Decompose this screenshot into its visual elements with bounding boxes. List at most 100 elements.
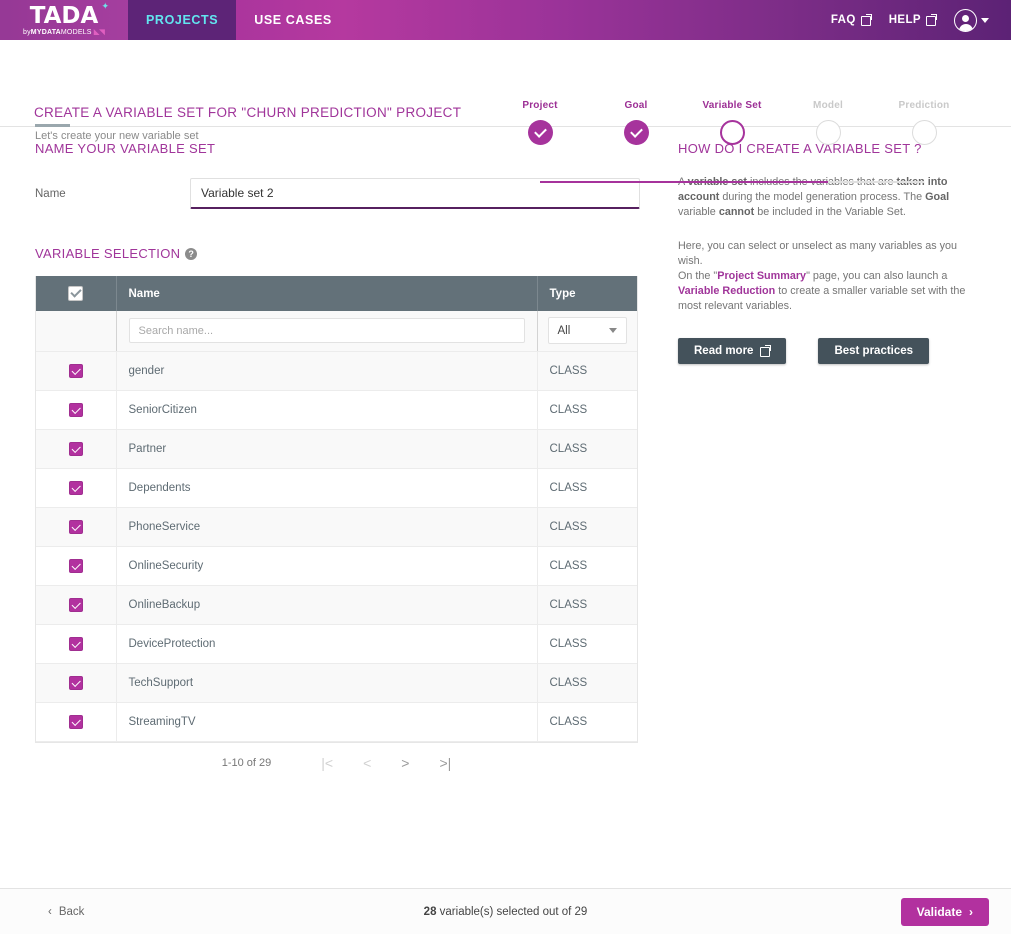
external-link-icon (926, 14, 937, 26)
row-checkbox[interactable] (68, 714, 83, 729)
read-more-label: Read more (694, 345, 754, 357)
nav-link-help[interactable]: HELP (888, 14, 937, 26)
help-panel-buttons: Read more Best practices (678, 338, 978, 364)
row-variable-name: DeviceProtection (116, 624, 538, 664)
row-checkbox[interactable] (68, 480, 83, 495)
step-label: Project (522, 100, 558, 111)
table-row[interactable]: gender CLASS (36, 351, 637, 391)
row-variable-type: CLASS (537, 585, 637, 625)
row-variable-name: PhoneService (116, 507, 538, 547)
best-practices-label: Best practices (834, 345, 914, 357)
table-row[interactable]: OnlineBackup CLASS (36, 585, 637, 625)
variable-selection-heading-text: VARIABLE SELECTION (35, 246, 181, 261)
column-header-type[interactable]: Type (537, 276, 637, 311)
selection-status: 28 variable(s) selected out of 29 (0, 906, 1011, 918)
table-row[interactable]: Partner CLASS (36, 429, 637, 469)
row-checkbox-cell (36, 507, 117, 547)
row-checkbox[interactable] (68, 558, 83, 573)
nav-link-faq[interactable]: FAQ (830, 14, 872, 26)
nav-tab-projects[interactable]: PROJECTS (128, 0, 237, 40)
row-checkbox[interactable] (68, 636, 83, 651)
back-label: Back (58, 905, 85, 918)
row-variable-type: CLASS (537, 546, 637, 586)
pagination-range-label: 1-10 of 29 (221, 756, 272, 769)
search-name-input[interactable] (128, 318, 525, 344)
row-checkbox[interactable] (68, 675, 83, 690)
validate-button[interactable]: Validate › (900, 897, 989, 926)
row-variable-type: CLASS (537, 624, 637, 664)
table-row[interactable]: PhoneService CLASS (36, 507, 637, 547)
last-page-icon[interactable]: >| (439, 755, 451, 771)
row-variable-name: Dependents (116, 468, 538, 508)
logo-mark-icon: ◣◥ (93, 28, 105, 36)
external-link-icon (760, 345, 772, 357)
step-label: Model (813, 100, 843, 111)
top-navigation-bar: TADA ✦ byMYDATAMODELS ◣◥ PROJECTS USE CAS… (0, 0, 1011, 40)
row-variable-name: StreamingTV (116, 702, 538, 742)
row-variable-name: SeniorCitizen (116, 390, 538, 430)
row-variable-type: CLASS (537, 351, 637, 391)
table-row[interactable]: DeviceProtection CLASS (36, 624, 637, 664)
chevron-down-icon (609, 328, 617, 334)
faq-label: FAQ (830, 14, 856, 26)
type-filter-value: All (557, 324, 571, 337)
step-pending-icon (815, 120, 841, 145)
step-label: Goal (624, 100, 648, 111)
external-link-icon (860, 14, 872, 26)
chevron-right-icon: › (969, 904, 973, 919)
row-variable-type: CLASS (537, 702, 637, 742)
step-label: Prediction (898, 100, 950, 111)
row-checkbox-cell (36, 429, 117, 469)
row-checkbox-cell (36, 390, 117, 430)
left-column: NAME YOUR VARIABLE SET Name VARIABLE SEL… (0, 128, 660, 783)
select-all-checkbox[interactable] (68, 286, 84, 301)
table-row[interactable]: OnlineSecurity CLASS (36, 546, 637, 586)
filter-empty-cell (36, 311, 117, 352)
help-label: HELP (888, 14, 921, 26)
best-practices-button[interactable]: Best practices (818, 338, 930, 364)
table-row[interactable]: TechSupport CLASS (36, 663, 637, 703)
next-page-icon[interactable]: > (401, 755, 409, 771)
row-checkbox[interactable] (68, 402, 83, 417)
nav-tab-use-cases[interactable]: USE CASES (236, 0, 350, 40)
row-checkbox-cell (36, 624, 117, 664)
row-variable-type: CLASS (537, 468, 637, 508)
name-field-label: Name (35, 187, 66, 200)
account-menu[interactable] (954, 8, 989, 32)
row-checkbox-cell (36, 351, 117, 391)
logo-sparkle-icon: ✦ (101, 1, 109, 12)
question-mark-icon[interactable]: ? (185, 247, 198, 260)
validate-label: Validate (916, 904, 962, 919)
first-page-icon[interactable]: |< (321, 755, 333, 771)
page-header: CREATE A VARIABLE SET FOR "CHURN PREDICT… (0, 40, 1011, 183)
table-row[interactable]: StreamingTV CLASS (36, 702, 637, 742)
table-row[interactable]: Dependents CLASS (36, 468, 637, 508)
step-pending-icon (911, 120, 937, 145)
help-panel-paragraph-2: Here, you can select or unselect as many… (678, 240, 966, 312)
stepper-connector-3 (732, 181, 828, 183)
type-filter-select[interactable]: All (547, 317, 627, 345)
column-header-name[interactable]: Name (116, 276, 538, 311)
read-more-button[interactable]: Read more (678, 338, 787, 364)
row-checkbox[interactable] (68, 363, 83, 378)
row-checkbox[interactable] (68, 519, 83, 534)
tada-logo[interactable]: TADA ✦ byMYDATAMODELS ◣◥ (0, 0, 128, 40)
row-checkbox[interactable] (68, 597, 83, 612)
table-row[interactable]: SeniorCitizen CLASS (36, 390, 637, 430)
name-filter-cell (116, 311, 538, 352)
row-variable-type: CLASS (537, 390, 637, 430)
step-check-icon (527, 120, 553, 145)
back-button[interactable]: ‹ Back (48, 906, 84, 918)
step-check-icon (623, 120, 649, 145)
row-checkbox-cell (36, 546, 117, 586)
row-checkbox-cell (36, 468, 117, 508)
chevron-down-icon (981, 17, 989, 23)
row-checkbox-cell (36, 702, 117, 742)
table-pagination: 1-10 of 29 |< < > >| (35, 743, 638, 783)
row-checkbox-cell (36, 663, 117, 703)
row-variable-type: CLASS (537, 507, 637, 547)
previous-page-icon[interactable]: < (363, 755, 371, 771)
row-checkbox[interactable] (68, 441, 83, 456)
logo-wordmark: TADA ✦ (29, 1, 109, 29)
row-variable-name: OnlineSecurity (116, 546, 538, 586)
